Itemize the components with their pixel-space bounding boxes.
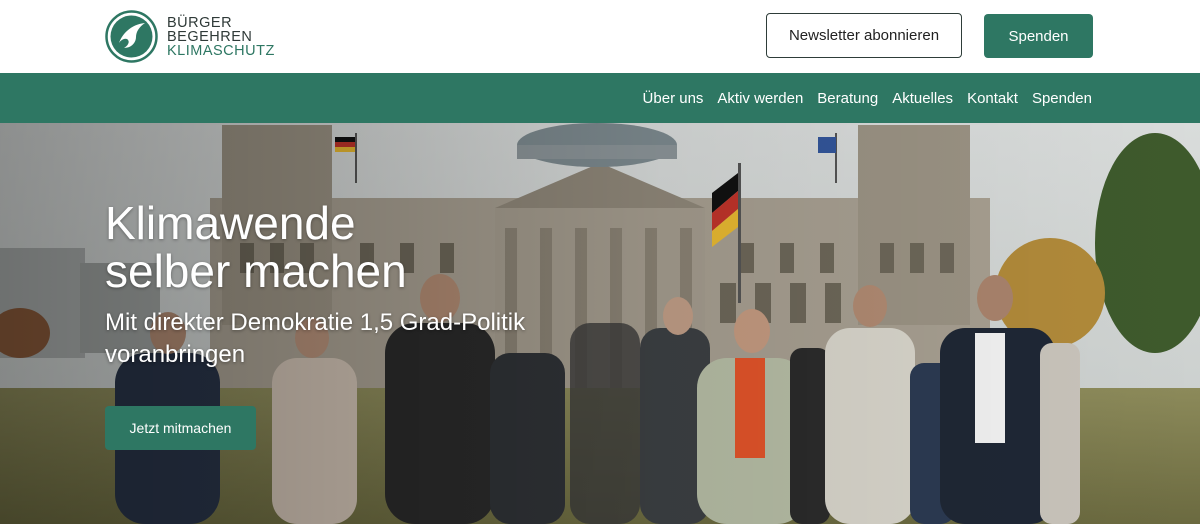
hero-title-line-2: selber machen <box>105 245 407 297</box>
nav-item-ueber-uns[interactable]: Über uns <box>643 90 704 107</box>
hero-title-line-1: Klimawende <box>105 197 356 249</box>
nav-list: Über uns Aktiv werden Beratung Aktuelles… <box>643 73 1092 123</box>
main-nav: Über uns Aktiv werden Beratung Aktuelles… <box>0 73 1200 123</box>
nav-item-aktuelles[interactable]: Aktuelles <box>892 90 953 107</box>
logo-wordmark: BÜRGER BEGEHREN KLIMASCHUTZ <box>167 14 275 59</box>
logo-line-1: BÜRGER <box>167 14 233 31</box>
logo-line-2: BEGEHREN <box>167 28 253 45</box>
logo-icon <box>105 10 158 63</box>
site-header: BÜRGER BEGEHREN KLIMASCHUTZ Newsletter a… <box>0 0 1200 73</box>
nav-item-kontakt[interactable]: Kontakt <box>967 90 1018 107</box>
hero-section: Klimawende selber machen Mit direkter De… <box>0 123 1200 524</box>
hero-title: Klimawende selber machen <box>105 199 625 295</box>
nav-item-aktiv-werden[interactable]: Aktiv werden <box>717 90 803 107</box>
join-button[interactable]: Jetzt mitmachen <box>105 406 256 450</box>
newsletter-button[interactable]: Newsletter abonnieren <box>766 13 962 58</box>
hero-subtitle: Mit direkter Demokratie 1,5 Grad-Politik… <box>105 309 526 368</box>
nav-item-beratung[interactable]: Beratung <box>817 90 878 107</box>
donate-button[interactable]: Spenden <box>984 14 1093 58</box>
logo-line-3: KLIMASCHUTZ <box>167 42 275 59</box>
hero-content: Klimawende selber machen Mit direkter De… <box>105 199 625 371</box>
nav-item-spenden[interactable]: Spenden <box>1032 90 1092 107</box>
logo[interactable]: BÜRGER BEGEHREN KLIMASCHUTZ <box>105 10 275 63</box>
